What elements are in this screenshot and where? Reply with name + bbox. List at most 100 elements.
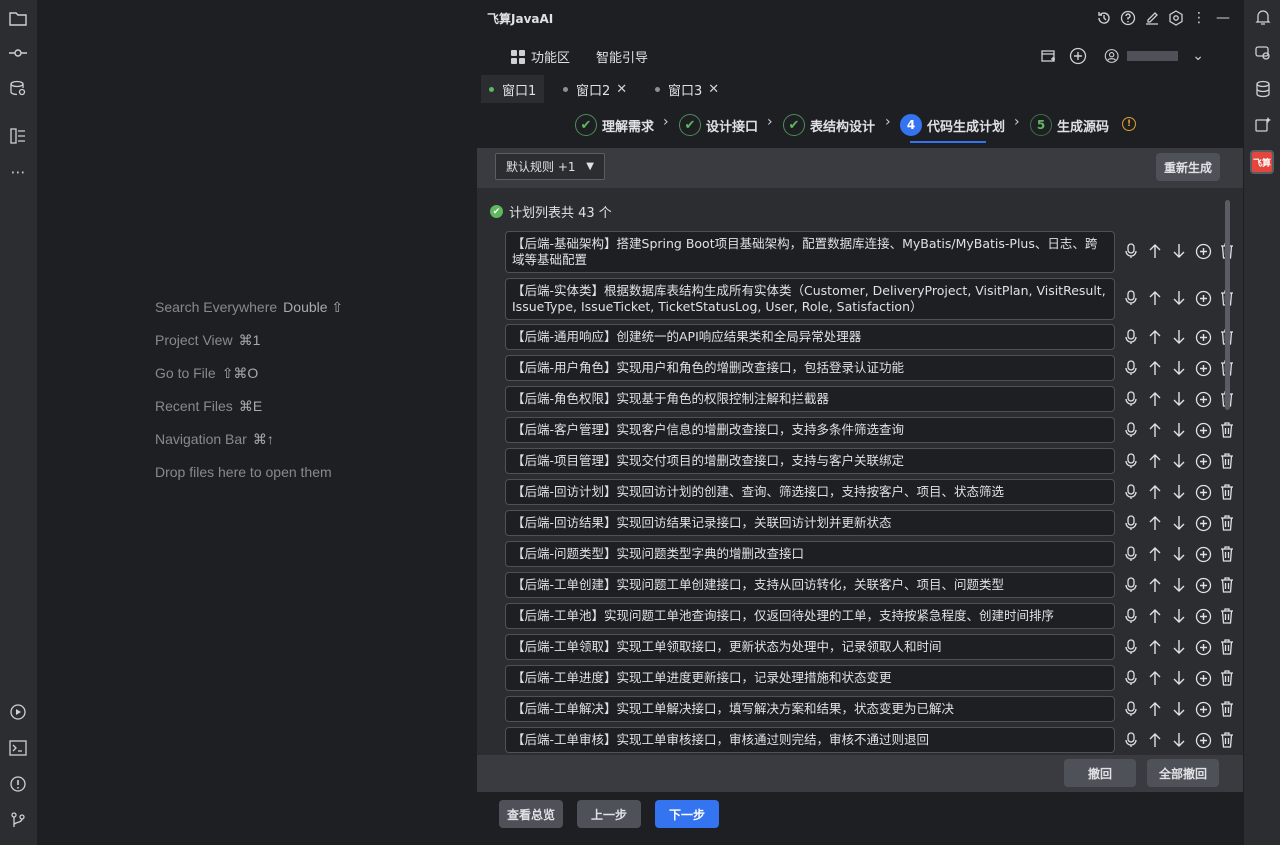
- ai-assistant-icon[interactable]: [1252, 114, 1274, 136]
- add-circle-icon[interactable]: [1193, 699, 1213, 719]
- mic-icon[interactable]: [1121, 544, 1141, 564]
- mic-icon[interactable]: [1121, 482, 1141, 502]
- arrow-down-icon[interactable]: [1169, 389, 1189, 409]
- mic-icon[interactable]: [1121, 513, 1141, 533]
- mic-icon[interactable]: [1121, 358, 1141, 378]
- arrow-down-icon[interactable]: [1169, 327, 1189, 347]
- menu-workspace[interactable]: 功能区: [511, 47, 570, 66]
- plan-item[interactable]: 【后端-项目管理】实现交付项目的增删改查接口，支持与客户关联绑定: [505, 448, 1115, 474]
- trash-icon[interactable]: [1217, 606, 1237, 626]
- folder-icon[interactable]: [6, 6, 30, 30]
- step-generate-code[interactable]: 5 生成源码: [1030, 113, 1109, 137]
- arrow-up-icon[interactable]: [1145, 544, 1165, 564]
- arrow-up-icon[interactable]: [1145, 451, 1165, 471]
- arrow-down-icon[interactable]: [1169, 699, 1189, 719]
- add-circle-icon[interactable]: [1193, 451, 1213, 471]
- arrow-down-icon[interactable]: [1169, 606, 1189, 626]
- arrow-up-icon[interactable]: [1145, 482, 1165, 502]
- mic-icon[interactable]: [1121, 575, 1141, 595]
- arrow-down-icon[interactable]: [1169, 575, 1189, 595]
- plan-item[interactable]: 【后端-工单池】实现问题工单池查询接口，仅返回待处理的工单，支持按紧急程度、创建…: [505, 603, 1115, 629]
- arrow-down-icon[interactable]: [1169, 482, 1189, 502]
- new-window-icon[interactable]: [1038, 46, 1058, 66]
- arrow-down-icon[interactable]: [1169, 668, 1189, 688]
- ai-chat-icon[interactable]: [1252, 42, 1274, 64]
- run-icon[interactable]: [6, 700, 30, 724]
- history-icon[interactable]: [1094, 8, 1114, 28]
- arrow-up-icon[interactable]: [1145, 358, 1165, 378]
- close-icon[interactable]: ✕: [708, 82, 719, 97]
- arrow-down-icon[interactable]: [1169, 513, 1189, 533]
- database-search-icon[interactable]: [6, 77, 30, 101]
- add-circle-icon[interactable]: [1193, 358, 1213, 378]
- plan-item[interactable]: 【后端-角色权限】实现基于角色的权限控制注解和拦截器: [505, 386, 1115, 412]
- step-table-design[interactable]: ✔ 表结构设计: [783, 113, 875, 137]
- trash-icon[interactable]: [1217, 637, 1237, 657]
- mic-icon[interactable]: [1121, 699, 1141, 719]
- arrow-up-icon[interactable]: [1145, 420, 1165, 440]
- overview-button[interactable]: 查看总览: [499, 800, 563, 828]
- mic-icon[interactable]: [1121, 241, 1141, 261]
- plan-item[interactable]: 【后端-工单进度】实现工单进度更新接口，记录处理措施和状态变更: [505, 665, 1115, 691]
- undo-all-button[interactable]: 全部撤回: [1147, 759, 1219, 787]
- arrow-up-icon[interactable]: [1145, 288, 1165, 308]
- arrow-up-icon[interactable]: [1145, 241, 1165, 261]
- arrow-up-icon[interactable]: [1145, 513, 1165, 533]
- rule-select[interactable]: 默认规则 +1 ▼: [495, 153, 605, 180]
- arrow-up-icon[interactable]: [1145, 606, 1165, 626]
- trash-icon[interactable]: [1217, 420, 1237, 440]
- plan-item[interactable]: 【后端-回访结果】实现回访结果记录接口，关联回访计划并更新状态: [505, 510, 1115, 536]
- add-circle-icon[interactable]: [1193, 420, 1213, 440]
- plan-item[interactable]: 【后端-工单解决】实现工单解决接口，填写解决方案和结果，状态变更为已解决: [505, 696, 1115, 722]
- step-code-plan[interactable]: 4 代码生成计划: [900, 113, 1005, 137]
- prev-step-button[interactable]: 上一步: [577, 800, 641, 828]
- arrow-up-icon[interactable]: [1145, 327, 1165, 347]
- mic-icon[interactable]: [1121, 288, 1141, 308]
- trash-icon[interactable]: [1217, 451, 1237, 471]
- plan-item[interactable]: 【后端-基础架构】搭建Spring Boot项目基础架构，配置数据库连接、MyB…: [505, 231, 1115, 273]
- plan-item[interactable]: 【后端-实体类】根据数据库表结构生成所有实体类（Customer, Delive…: [505, 278, 1115, 320]
- next-step-button[interactable]: 下一步: [655, 800, 719, 828]
- arrow-down-icon[interactable]: [1169, 420, 1189, 440]
- plan-item[interactable]: 【后端-问题类型】实现问题类型字典的增删改查接口: [505, 541, 1115, 567]
- arrow-down-icon[interactable]: [1169, 288, 1189, 308]
- plan-item[interactable]: 【后端-工单领取】实现工单领取接口，更新状态为处理中，记录领取人和时间: [505, 634, 1115, 660]
- arrow-up-icon[interactable]: [1145, 730, 1165, 750]
- trash-icon[interactable]: [1217, 513, 1237, 533]
- step-understand[interactable]: ✔ 理解需求: [575, 113, 654, 137]
- add-circle-icon[interactable]: [1193, 389, 1213, 409]
- trash-icon[interactable]: [1217, 730, 1237, 750]
- arrow-up-icon[interactable]: [1145, 575, 1165, 595]
- arrow-down-icon[interactable]: [1169, 451, 1189, 471]
- settings-icon[interactable]: [1166, 8, 1186, 28]
- trash-icon[interactable]: [1217, 544, 1237, 564]
- mic-icon[interactable]: [1121, 389, 1141, 409]
- scrollbar[interactable]: [1225, 200, 1230, 410]
- arrow-up-icon[interactable]: [1145, 668, 1165, 688]
- tab-window3[interactable]: 窗口3 ✕: [647, 75, 727, 103]
- add-circle-icon[interactable]: [1193, 513, 1213, 533]
- add-circle-icon[interactable]: [1193, 575, 1213, 595]
- help-icon[interactable]: [1118, 8, 1138, 28]
- terminal-icon[interactable]: [6, 736, 30, 760]
- arrow-down-icon[interactable]: [1169, 730, 1189, 750]
- add-circle-icon[interactable]: [1193, 327, 1213, 347]
- tab-window2[interactable]: 窗口2 ✕: [555, 75, 635, 103]
- arrow-down-icon[interactable]: [1169, 544, 1189, 564]
- edit-icon[interactable]: [1142, 8, 1162, 28]
- add-circle-icon[interactable]: [1193, 288, 1213, 308]
- plan-item[interactable]: 【后端-工单审核】实现工单审核接口，审核通过则完结，审核不通过则退回: [505, 727, 1115, 753]
- trash-icon[interactable]: [1217, 575, 1237, 595]
- feisuan-logo-icon[interactable]: 飞算: [1250, 150, 1274, 174]
- arrow-up-icon[interactable]: [1145, 699, 1165, 719]
- git-icon[interactable]: [6, 808, 30, 832]
- plan-item[interactable]: 【后端-通用响应】创建统一的API响应结果类和全局异常处理器: [505, 324, 1115, 350]
- plan-item[interactable]: 【后端-客户管理】实现客户信息的增删改查接口，支持多条件筛选查询: [505, 417, 1115, 443]
- regenerate-button[interactable]: 重新生成: [1156, 153, 1220, 181]
- more-tools-icon[interactable]: ⋯: [6, 160, 30, 184]
- mic-icon[interactable]: [1121, 637, 1141, 657]
- close-icon[interactable]: ✕: [616, 82, 627, 97]
- mic-icon[interactable]: [1121, 451, 1141, 471]
- more-vertical-icon[interactable]: ⋮: [1189, 8, 1209, 28]
- arrow-up-icon[interactable]: [1145, 637, 1165, 657]
